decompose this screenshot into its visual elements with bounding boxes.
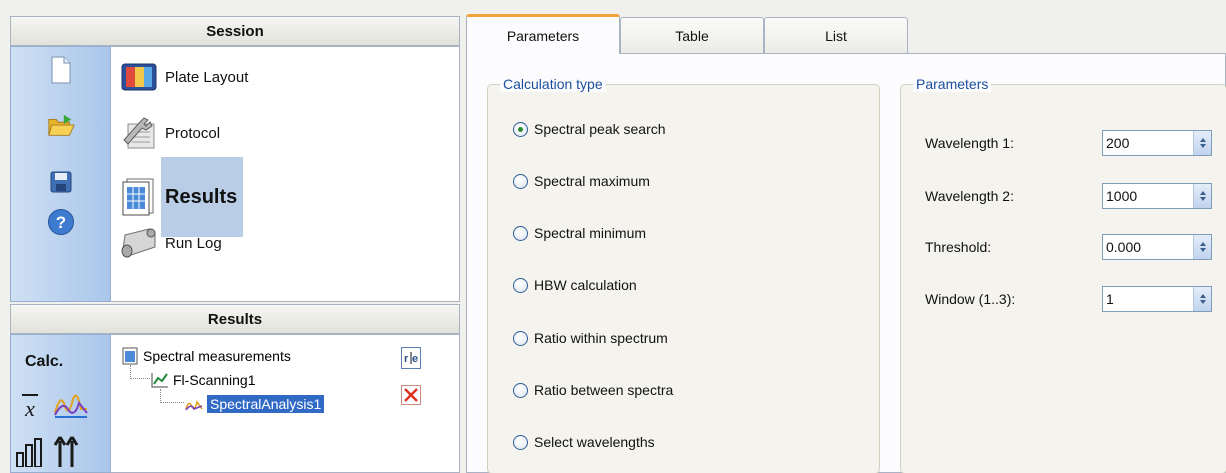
param-label: Threshold: (925, 239, 992, 255)
tree-node-spectral-analysis[interactable]: SpectralAnalysis1 (185, 393, 325, 415)
svg-text:e: e (412, 353, 418, 365)
nav-item-protocol[interactable]: Protocol (119, 109, 220, 157)
scroll-log-icon (119, 223, 159, 263)
radio-spectral-maximum[interactable]: Spectral maximum (513, 170, 650, 192)
calc-label: Calc. (25, 353, 64, 370)
open-folder-icon[interactable] (47, 111, 75, 141)
wrench-protocol-icon (119, 113, 159, 153)
spin-value[interactable]: 1 (1103, 291, 1193, 307)
tree-connector (130, 365, 150, 379)
delete-icon[interactable] (401, 385, 421, 405)
radio-button[interactable] (513, 225, 528, 241)
right-panel: Parameters Table List Calculation type S… (460, 0, 1226, 473)
param-row-wavelength-1: Wavelength 1: 200 (925, 128, 1220, 158)
wavelength-1-spinbox[interactable]: 200 (1102, 130, 1212, 156)
mean-x-bar-icon[interactable]: x (19, 391, 43, 423)
tree-connector (160, 389, 184, 403)
radio-button-checked[interactable] (513, 121, 528, 137)
radio-spectral-peak-search[interactable]: Spectral peak search (513, 118, 666, 140)
results-tree: Spectral measurements Fl-Scanning1 Spect… (111, 334, 460, 473)
new-document-icon[interactable] (47, 55, 75, 85)
spin-arrows-icon[interactable] (1193, 184, 1211, 208)
param-row-wavelength-2: Wavelength 2: 1000 (925, 181, 1220, 211)
results-header: Results (10, 304, 460, 334)
spin-arrows-icon[interactable] (1193, 131, 1211, 155)
help-icon[interactable]: ? (47, 207, 75, 237)
radio-ratio-within-spectrum[interactable]: Ratio within spectrum (513, 327, 668, 349)
tab-content-parameters: Calculation type Spectral peak search Sp… (466, 53, 1226, 473)
param-row-window: Window (1..3): 1 (925, 284, 1220, 314)
spin-arrows-icon[interactable] (1193, 235, 1211, 259)
rename-icon[interactable]: r e (401, 347, 421, 369)
nav-label: Protocol (165, 124, 221, 142)
nav-label: Plate Layout (165, 68, 249, 86)
radio-select-wavelengths[interactable]: Select wavelengths (513, 431, 655, 453)
bar-chart-icon[interactable] (15, 435, 45, 471)
parameters-group: Parameters Wavelength 1: 200 Wavelength … (900, 76, 1226, 473)
session-toolbar: ? (10, 46, 111, 302)
radio-button[interactable] (513, 434, 528, 450)
spin-arrows-icon[interactable] (1193, 287, 1211, 311)
nav-label: Run Log (165, 234, 222, 252)
group-title-calculation-type: Calculation type (500, 76, 606, 92)
group-title-parameters: Parameters (913, 76, 992, 92)
spectral-curve-icon[interactable] (53, 387, 89, 423)
radio-button[interactable] (513, 330, 528, 346)
param-label: Wavelength 2: (925, 188, 1014, 204)
param-label: Window (1..3): (925, 291, 1016, 307)
session-nav-list: Plate Layout Protocol Results Run Log (111, 46, 460, 302)
left-panel: Session ? Plate Layout Protocol Results … (0, 0, 460, 473)
radio-button[interactable] (513, 277, 528, 293)
session-header: Session (10, 16, 460, 46)
peak-arrows-icon[interactable] (51, 433, 81, 471)
tree-node-fl-scanning[interactable]: Fl-Scanning1 (151, 369, 256, 391)
line-chart-icon (151, 371, 169, 389)
save-disk-icon[interactable] (47, 167, 75, 197)
radio-button[interactable] (513, 173, 528, 189)
spin-value[interactable]: 200 (1103, 135, 1193, 151)
spectral-curve-icon (185, 395, 203, 413)
tab-parameters[interactable]: Parameters (466, 14, 620, 54)
radio-button[interactable] (513, 382, 528, 398)
results-sheet-icon (121, 347, 139, 365)
plate-layout-icon (119, 57, 159, 97)
spin-value[interactable]: 1000 (1103, 188, 1193, 204)
tab-table[interactable]: Table (620, 17, 764, 53)
radio-spectral-minimum[interactable]: Spectral minimum (513, 222, 646, 244)
threshold-spinbox[interactable]: 0.000 (1102, 234, 1212, 260)
svg-text:r: r (404, 353, 409, 365)
tab-list[interactable]: List (764, 17, 908, 53)
window-spinbox[interactable]: 1 (1102, 286, 1212, 312)
param-label: Wavelength 1: (925, 135, 1014, 151)
results-sheet-icon (119, 177, 159, 217)
calculation-type-group: Calculation type Spectral peak search Sp… (487, 76, 880, 473)
svg-text:x: x (24, 396, 35, 419)
nav-item-run-log[interactable]: Run Log (119, 219, 222, 267)
radio-hbw-calculation[interactable]: HBW calculation (513, 274, 637, 296)
param-row-threshold: Threshold: 0.000 (925, 232, 1220, 262)
spin-value[interactable]: 0.000 (1103, 239, 1193, 255)
tree-node-root[interactable]: Spectral measurements (121, 345, 291, 367)
wavelength-2-spinbox[interactable]: 1000 (1102, 183, 1212, 209)
nav-item-plate-layout[interactable]: Plate Layout (119, 53, 248, 101)
calc-panel: Calc. x (10, 334, 111, 473)
radio-ratio-between-spectra[interactable]: Ratio between spectra (513, 379, 673, 401)
svg-text:?: ? (56, 213, 66, 232)
